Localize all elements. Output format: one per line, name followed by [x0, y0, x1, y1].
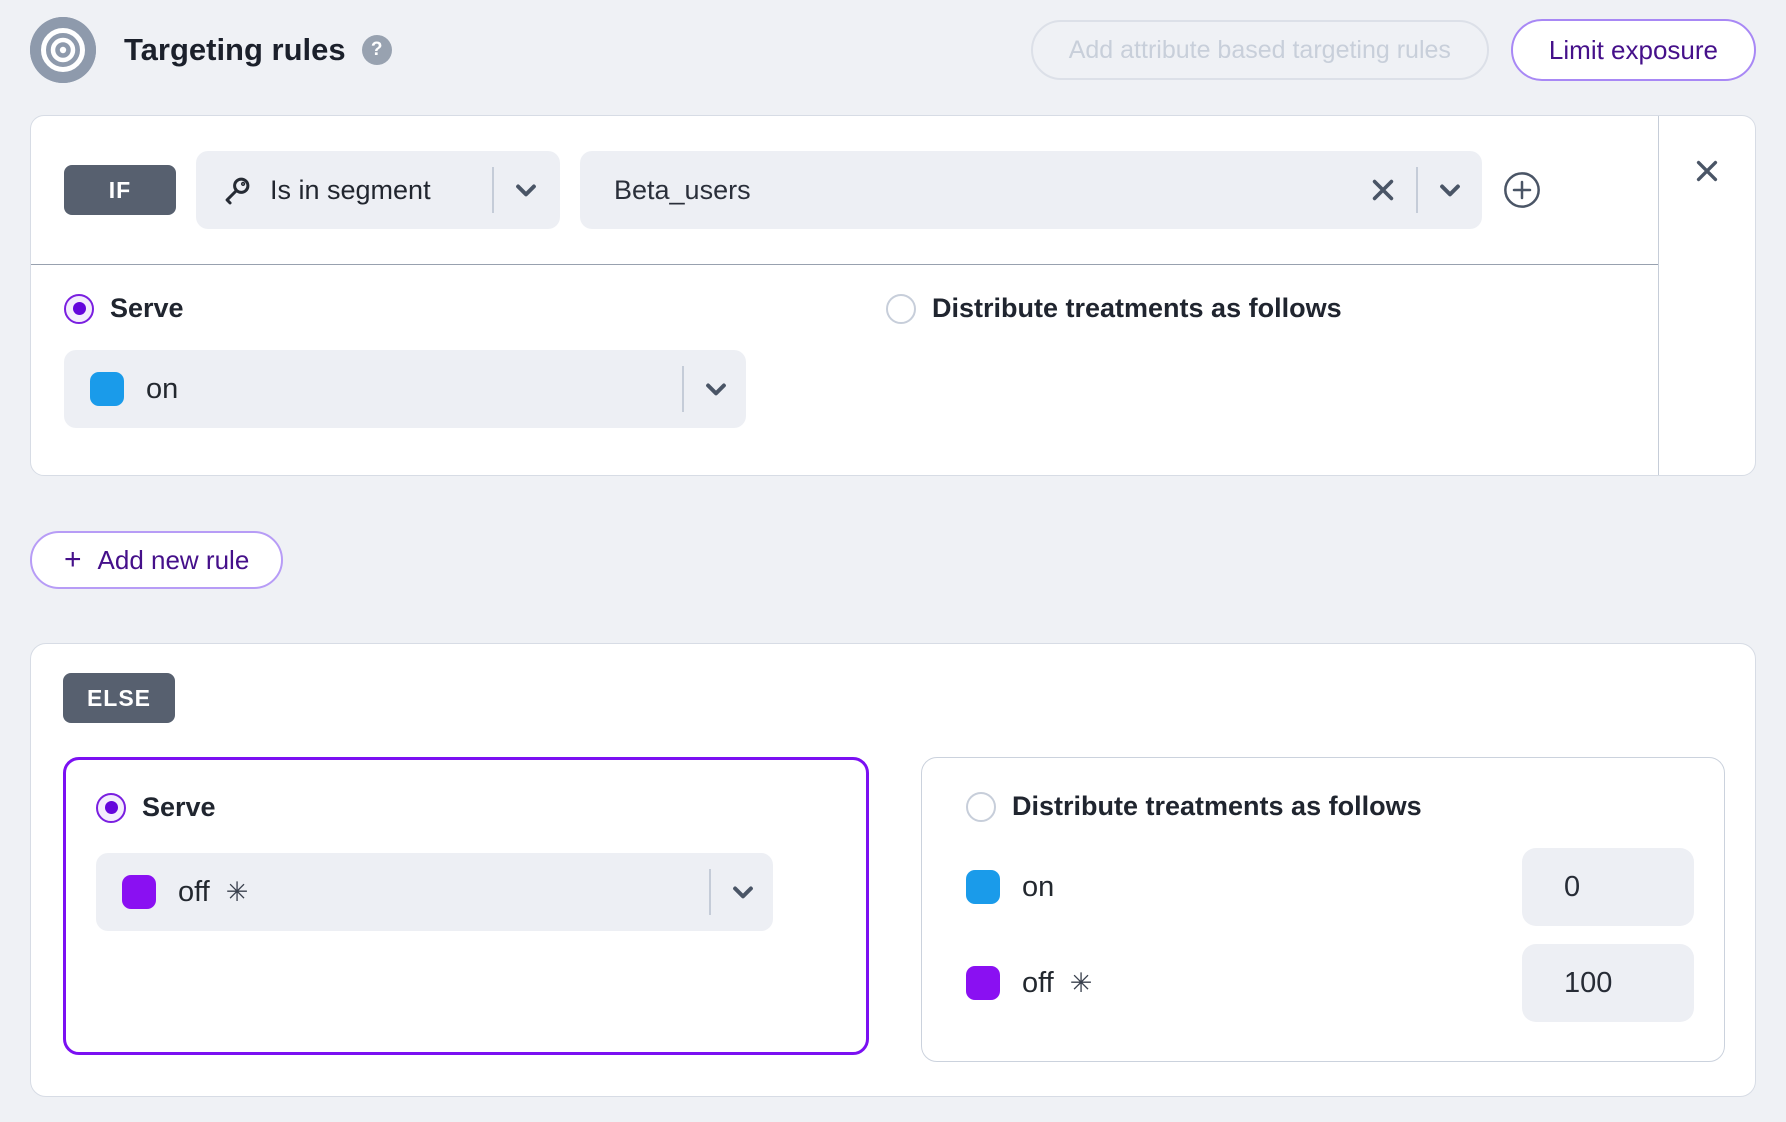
segment-value-select[interactable]: Beta_users [580, 151, 1482, 229]
if-condition-row: IF Is in segment [31, 116, 1658, 264]
else-serve-box: Serve off ✳ [63, 757, 869, 1055]
treatment-name: off [1022, 967, 1054, 1000]
serve-label: Serve [142, 792, 216, 823]
distribute-radio[interactable] [966, 792, 996, 822]
default-treatment-icon: ✳ [226, 877, 249, 908]
distribute-label: Distribute treatments as follows [932, 293, 1342, 324]
serve-option[interactable]: Serve [64, 293, 886, 324]
add-new-rule-label: Add new rule [98, 545, 250, 576]
divider [709, 869, 711, 915]
serve-label: Serve [110, 293, 184, 324]
targeting-rules-page: Targeting rules ? Add attribute based ta… [0, 0, 1786, 1097]
treatment-name: on [1022, 871, 1054, 904]
header: Targeting rules ? Add attribute based ta… [30, 14, 1756, 86]
serve-options-row: Serve Distribute treatments as follows [64, 293, 1625, 324]
add-new-rule-button[interactable]: + Add new rule [30, 531, 283, 589]
default-treatment-icon: ✳ [1070, 968, 1093, 999]
serve-option[interactable]: Serve [96, 792, 836, 823]
chevron-down-icon[interactable] [512, 176, 540, 204]
distribute-row-on: on [966, 848, 1694, 926]
if-serve-section: Serve Distribute treatments as follows o… [31, 265, 1658, 428]
else-badge: ELSE [63, 673, 175, 723]
divider [1416, 167, 1418, 213]
target-icon [30, 17, 96, 83]
treatment-select[interactable]: off ✳ [96, 853, 773, 931]
clear-segment-icon[interactable] [1368, 175, 1398, 205]
limit-exposure-button[interactable]: Limit exposure [1511, 19, 1756, 81]
treatment-name: off [178, 876, 210, 909]
serve-radio[interactable] [64, 294, 94, 324]
help-icon[interactable]: ? [362, 35, 392, 65]
if-badge: IF [64, 165, 176, 215]
distribute-panel: Distribute treatments as follows on off … [921, 757, 1725, 1062]
distribute-option[interactable]: Distribute treatments as follows [966, 791, 1694, 822]
else-content: Serve off ✳ [63, 757, 1725, 1062]
add-attribute-rules-button[interactable]: Add attribute based targeting rules [1031, 20, 1489, 80]
treatment-swatch-on [966, 870, 1000, 904]
delete-rule-icon[interactable] [1692, 156, 1722, 186]
treatment-name: on [146, 373, 178, 406]
matcher-label: Is in segment [270, 175, 431, 206]
add-condition-icon[interactable] [1502, 170, 1542, 210]
if-rule-side [1658, 116, 1755, 475]
treatment-select[interactable]: on [64, 350, 746, 428]
treatment-swatch-on [90, 372, 124, 406]
else-rule-card: ELSE Serve off ✳ [30, 643, 1756, 1097]
chevron-down-icon[interactable] [729, 878, 757, 906]
page-title: Targeting rules [124, 32, 346, 68]
distribute-label: Distribute treatments as follows [1012, 791, 1422, 822]
segment-value: Beta_users [614, 175, 751, 206]
if-rule-main: IF Is in segment [31, 116, 1658, 475]
chevron-down-icon[interactable] [702, 375, 730, 403]
distribute-option[interactable]: Distribute treatments as follows [886, 293, 1342, 324]
percentage-input-off[interactable] [1522, 944, 1694, 1022]
distribute-row-off: off ✳ [966, 944, 1694, 1022]
divider [682, 366, 684, 412]
treatment-swatch-off [122, 875, 156, 909]
key-icon [220, 173, 254, 207]
if-rule-card: IF Is in segment [30, 115, 1756, 476]
matcher-select[interactable]: Is in segment [196, 151, 560, 229]
percentage-input-on[interactable] [1522, 848, 1694, 926]
plus-icon: + [64, 543, 82, 577]
treatment-swatch-off [966, 966, 1000, 1000]
distribute-radio[interactable] [886, 294, 916, 324]
serve-radio[interactable] [96, 793, 126, 823]
divider [492, 167, 494, 213]
chevron-down-icon[interactable] [1436, 176, 1464, 204]
